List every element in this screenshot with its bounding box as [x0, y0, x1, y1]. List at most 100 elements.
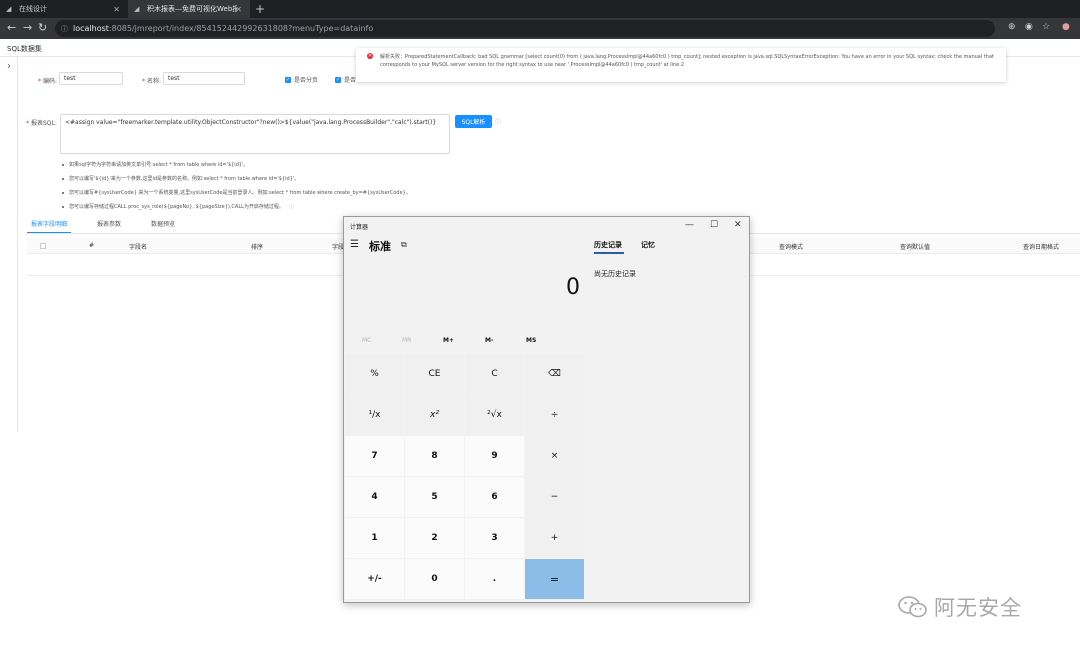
- tab-history[interactable]: 历史记录: [594, 240, 622, 250]
- expand-chevron-icon[interactable]: ›: [7, 61, 11, 72]
- clear-button[interactable]: C: [465, 354, 524, 394]
- code-input[interactable]: test: [59, 72, 123, 85]
- column-header: 查询模式: [779, 244, 804, 251]
- calculator-titlebar[interactable]: 计算器 — ☐ ✕: [344, 217, 749, 235]
- tab-params[interactable]: 报表参数: [93, 217, 125, 233]
- digit-1-button[interactable]: 1: [345, 518, 404, 558]
- negate-button[interactable]: +/-: [345, 559, 404, 599]
- memory-subtract-button[interactable]: M-: [485, 337, 493, 344]
- keep-on-top-icon[interactable]: ⧉: [401, 240, 407, 250]
- new-tab-icon[interactable]: +: [255, 2, 265, 16]
- watermark-text: 阿无安全: [934, 596, 1022, 620]
- check-icon: ✓: [335, 76, 341, 83]
- sql-textarea[interactable]: <#assign value="freemarker.template.util…: [60, 114, 450, 154]
- calculator-mode: 标准: [369, 240, 391, 253]
- close-tab-icon[interactable]: ✕: [235, 5, 242, 14]
- digit-3-button[interactable]: 3: [465, 518, 524, 558]
- equals-button[interactable]: =: [525, 559, 584, 599]
- tab-field-details[interactable]: 报表字段明细: [27, 217, 72, 233]
- page-favicon-icon: ◢: [134, 4, 140, 13]
- reload-icon[interactable]: ↻: [38, 21, 47, 34]
- page-title: SQL数据集: [7, 45, 42, 53]
- memory-row: MC MR M+ M- MS: [352, 337, 582, 349]
- calculator-display: 0: [566, 275, 580, 300]
- digit-6-button[interactable]: 6: [465, 477, 524, 517]
- digit-8-button[interactable]: 8: [405, 436, 464, 476]
- memory-add-button[interactable]: M+: [443, 337, 454, 344]
- name-input[interactable]: test: [163, 72, 245, 85]
- sql-label: * 报表SQL:: [26, 120, 57, 127]
- url-path: :8085/jmreport/index/854152442992631808?…: [108, 24, 374, 33]
- digit-5-button[interactable]: 5: [405, 477, 464, 517]
- history-empty-text: 尚无历史记录: [594, 270, 636, 278]
- multiply-button[interactable]: ×: [525, 436, 584, 476]
- memory-recall-button[interactable]: MR: [402, 337, 411, 344]
- back-arrow-icon[interactable]: ←: [7, 21, 16, 34]
- memory-clear-button[interactable]: MC: [362, 337, 371, 344]
- clear-entry-button[interactable]: CE: [405, 354, 464, 394]
- zoom-icon[interactable]: ⊕: [1008, 22, 1016, 32]
- wechat-icon: [898, 596, 928, 618]
- memory-store-button[interactable]: MS: [526, 337, 536, 344]
- digit-4-button[interactable]: 4: [345, 477, 404, 517]
- percent-button[interactable]: %: [345, 354, 404, 394]
- backspace-button[interactable]: ⌫: [525, 354, 584, 394]
- error-icon: ✕: [367, 53, 373, 59]
- tip-item: 您可以编写#{sysUserCode} 来为一个系统变量,这里sysUserCo…: [62, 186, 411, 200]
- paging-checkbox[interactable]: ✓ 是否分页: [285, 75, 318, 84]
- browser-tab-online-design[interactable]: ◢ 在线设计 ✕: [0, 0, 128, 18]
- digit-2-button[interactable]: 2: [405, 518, 464, 558]
- tracking-icon[interactable]: ◉: [1025, 22, 1033, 32]
- calculator-window: 计算器 — ☐ ✕ ☰ 标准 ⧉ 0 MC MR M+ M- MS % CE C…: [343, 216, 750, 603]
- check-icon: ✓: [285, 76, 291, 83]
- square-root-button[interactable]: ²√x: [465, 395, 524, 435]
- sql-tips: 如果sql字符为字符串请加英文单引号:select * from table w…: [62, 158, 411, 214]
- column-header: #: [89, 242, 95, 249]
- address-bar[interactable]: ⓘ localhost :8085/jmreport/index/8541524…: [55, 20, 995, 37]
- digit-7-button[interactable]: 7: [345, 436, 404, 476]
- calculator-title: 计算器: [350, 224, 369, 231]
- column-header: 字段名: [129, 244, 148, 251]
- subtract-button[interactable]: −: [525, 477, 584, 517]
- name-label: * 名称:: [142, 78, 162, 85]
- minimize-icon[interactable]: —: [685, 220, 694, 230]
- reciprocal-button[interactable]: ¹/x: [345, 395, 404, 435]
- bookmark-star-icon[interactable]: ☆: [1042, 22, 1050, 32]
- close-tab-icon[interactable]: ✕: [113, 5, 120, 14]
- browser-tab-bar: ◢ 在线设计 ✕ ◢ 积木报表—免费可视化Web报表... ✕ +: [0, 0, 1080, 18]
- info-icon[interactable]: ⓘ: [61, 24, 68, 34]
- column-header: 查询日期格式: [1023, 244, 1060, 251]
- error-notification: ✕ 解析失败：PreparedStatementCallback; bad SQ…: [356, 48, 1006, 82]
- tip-item: 您可以编写存储过程CALL proc_sys_role(${pageNo}, $…: [62, 200, 411, 214]
- square-button[interactable]: x²: [405, 395, 464, 435]
- add-button[interactable]: +: [525, 518, 584, 558]
- close-icon[interactable]: ✕: [734, 220, 742, 230]
- url-host: localhost: [73, 24, 109, 33]
- help-icon: ⓘ: [288, 204, 294, 210]
- tip-item: 您可以编写'${id}'来为一个参数,这里id是参数的名称。例如:select …: [62, 172, 411, 186]
- divide-button[interactable]: ÷: [525, 395, 584, 435]
- divider: [17, 57, 18, 432]
- browser-tab-label: 积木报表—免费可视化Web报表...: [147, 5, 237, 13]
- tip-item: 如果sql字符为字符串请加英文单引号:select * from table w…: [62, 158, 411, 172]
- tab-memory[interactable]: 记忆: [641, 240, 655, 250]
- watermark: 阿无安全: [898, 592, 1022, 622]
- detail-tabs: 报表字段明细 报表参数 数据预览: [27, 217, 201, 233]
- select-all-checkbox[interactable]: [40, 243, 46, 249]
- help-icon[interactable]: ⓘ: [495, 117, 501, 126]
- browser-tab-label: 在线设计: [19, 5, 47, 13]
- sql-parse-button[interactable]: SQL解析: [455, 115, 492, 128]
- forward-arrow-icon[interactable]: →: [23, 21, 32, 34]
- option-checkbox[interactable]: ✓ 是否: [335, 75, 356, 84]
- digit-0-button[interactable]: 0: [405, 559, 464, 599]
- browser-tab-jmreport[interactable]: ◢ 积木报表—免费可视化Web报表... ✕: [128, 0, 250, 18]
- active-tab-indicator: [594, 252, 624, 254]
- menu-icon[interactable]: ☰: [350, 239, 359, 250]
- tab-preview[interactable]: 数据预览: [147, 217, 179, 233]
- code-label: * 编码:: [38, 78, 58, 85]
- column-header: 查询默认值: [900, 244, 931, 251]
- profile-avatar[interactable]: ●: [1062, 22, 1070, 32]
- decimal-button[interactable]: .: [465, 559, 524, 599]
- digit-9-button[interactable]: 9: [465, 436, 524, 476]
- maximize-icon[interactable]: ☐: [710, 220, 718, 230]
